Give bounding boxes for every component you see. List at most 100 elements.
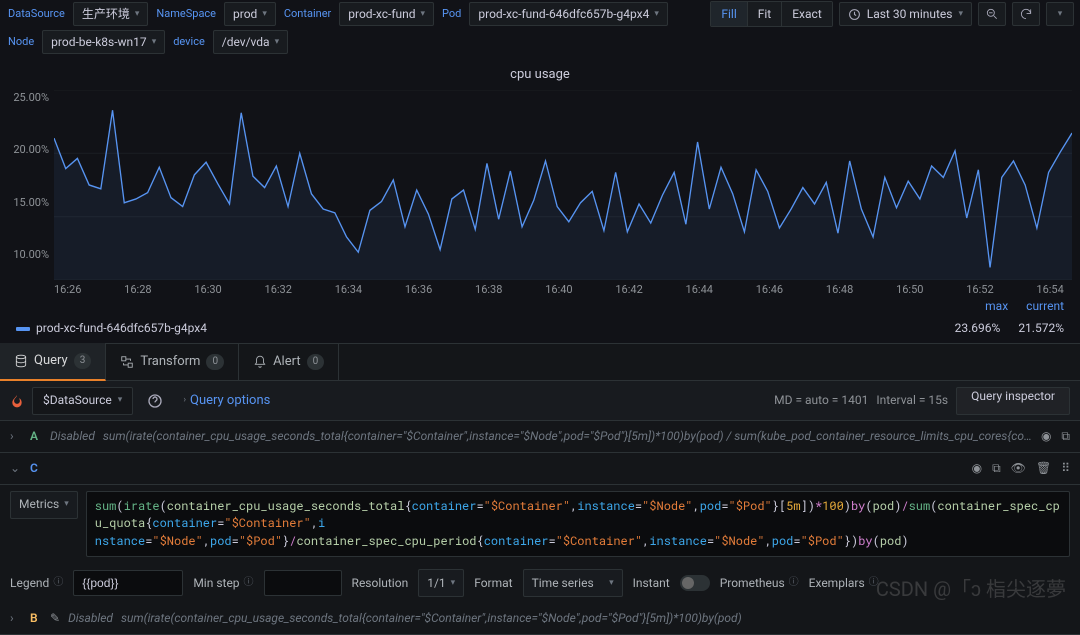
tab-alert[interactable]: Alert0 [239,343,339,381]
legend-head-current[interactable]: current [1026,298,1064,315]
chevron-down-icon: ▾ [152,36,157,49]
zoom-out-button[interactable] [978,2,1006,26]
datasource-label: DataSource [6,6,67,21]
datasource-help-button[interactable] [141,387,169,415]
chevron-down-icon: ▾ [135,8,140,21]
chevron-down-icon: ▾ [1058,8,1063,21]
query-row-b[interactable]: › B ✎ Disabled sum(irate(container_cpu_u… [0,603,1080,635]
info-icon[interactable]: ⓘ [53,576,63,590]
alert-count-badge: 0 [307,354,325,370]
container-select[interactable]: prod-xc-fund▾ [339,2,434,26]
fit-button[interactable]: Fit [748,2,782,26]
hide-response-icon[interactable]: 👁 [1011,460,1026,477]
toggle-visibility-icon[interactable]: ◉ [972,460,982,477]
query-ref-b: B [30,610,42,627]
format-select[interactable]: Time series▾ [523,569,623,597]
datasource-select[interactable]: 生产环境▾ [73,2,149,26]
chevron-down-icon: ▾ [958,8,963,21]
fit-mode-group[interactable]: Fill Fit Exact [710,1,832,27]
bell-icon [253,355,267,369]
expand-icon[interactable]: › [10,610,22,627]
metrics-browser-toggle[interactable]: Metrics▾ [10,491,78,519]
query-options-toggle[interactable]: ›Query options [177,392,276,410]
chevron-down-icon: ▾ [64,498,69,511]
query-ref-c: C [30,460,42,477]
format-label: Format [474,575,512,592]
refresh-interval-button[interactable]: ▾ [1046,2,1074,26]
clock-icon [848,8,861,21]
edit-icon[interactable]: ✎ [50,610,60,627]
duplicate-icon[interactable]: ⧉ [1061,428,1070,445]
legend-current-value: 21.572% [1018,320,1064,337]
pod-label: Pod [440,6,463,21]
drag-handle-icon[interactable]: ⠿ [1061,460,1070,477]
resolution-label: Resolution [352,575,409,592]
exemplars-label: Exemplars ⓘ [809,575,879,592]
chevron-down-icon: ▾ [421,8,426,21]
fill-button[interactable]: Fill [711,2,747,26]
namespace-label: NameSpace [154,6,218,21]
chevron-down-icon: ▾ [654,8,659,21]
transform-count-badge: 0 [206,354,224,370]
x-axis: 16:2616:2816:3016:3216:3416:3616:3816:40… [8,280,1072,297]
query-row-c[interactable]: ⌄ C ◉ ⧉ 👁 🗑 ⠿ [0,453,1080,485]
chevron-down-icon: ▾ [609,577,614,590]
instant-toggle[interactable] [680,575,710,591]
exact-button[interactable]: Exact [782,2,832,26]
query-disabled-label: Disabled [50,428,95,445]
legend-header: max current [8,298,1072,315]
minstep-input[interactable] [264,570,342,596]
device-label: device [171,34,207,49]
node-label: Node [6,34,36,49]
minstep-label: Min step ⓘ [193,575,253,592]
instant-label: Instant [633,575,670,592]
info-icon[interactable]: ⓘ [789,576,799,590]
device-select[interactable]: /dev/vda▾ [213,30,288,54]
query-c-options-row: Legend ⓘ Min step ⓘ Resolution 1/1▾ Form… [0,563,1080,603]
tab-query[interactable]: Query3 [0,343,106,381]
tab-transform[interactable]: Transform0 [106,343,239,381]
query-c-editor-row: Metrics▾ sum(irate(container_cpu_usage_s… [0,485,1080,563]
chart-title: cpu usage [8,60,1072,90]
refresh-button[interactable] [1012,2,1040,26]
pod-select[interactable]: prod-xc-fund-646dfc657b-g4px4▾ [469,2,668,26]
info-icon[interactable]: ⓘ [244,576,254,590]
datasource-picker[interactable]: $DataSource▾ [32,387,133,415]
y-axis: 25.00%20.00%15.00%10.00% [8,90,54,280]
info-icon[interactable]: ⓘ [869,576,879,590]
toggle-visibility-icon[interactable]: ◉ [1041,428,1051,445]
chevron-down-icon: ▾ [118,394,123,407]
query-row-a[interactable]: › A Disabled sum(irate(container_cpu_usa… [0,421,1080,453]
prometheus-icon [10,394,24,408]
query-md-info: MD = auto = 1401 [774,392,868,409]
query-ref-a: A [30,428,42,445]
legend-head-max[interactable]: max [985,298,1008,315]
delete-icon[interactable]: 🗑 [1036,460,1051,477]
database-icon [14,354,28,368]
query-disabled-label: Disabled [68,610,113,627]
node-select[interactable]: prod-be-k8s-wn17▾ [42,30,165,54]
chevron-down-icon: ▾ [451,577,456,590]
namespace-select[interactable]: prod▾ [224,2,276,26]
query-inspector-button[interactable]: Query inspector [956,387,1070,415]
resolution-select[interactable]: 1/1▾ [418,569,464,597]
time-range-select[interactable]: Last 30 minutes▾ [839,2,972,26]
query-c-code-editor[interactable]: sum(irate(container_cpu_usage_seconds_to… [86,491,1070,557]
legend-label: Legend ⓘ [10,575,63,592]
legend-max-value: 23.696% [955,320,1001,337]
expand-icon[interactable]: › [10,428,22,445]
transform-icon [120,355,134,369]
chevron-down-icon: ▾ [262,8,267,21]
legend-input[interactable] [73,570,183,596]
collapse-icon[interactable]: ⌄ [10,460,22,477]
query-expr-a: sum(irate(container_cpu_usage_seconds_to… [103,428,1033,445]
legend-swatch [16,327,30,331]
legend-name: prod-xc-fund-646dfc657b-g4px4 [36,320,207,337]
query-count-badge: 3 [74,353,92,369]
prometheus-label: Prometheus ⓘ [720,575,799,592]
query-interval-info: Interval = 15s [876,392,948,409]
chart-plot[interactable] [54,90,1072,280]
query-expr-b: sum(irate(container_cpu_usage_seconds_to… [121,610,1070,627]
duplicate-icon[interactable]: ⧉ [992,460,1001,477]
legend-entry[interactable]: prod-xc-fund-646dfc657b-g4px4 23.696% 21… [8,314,1072,343]
